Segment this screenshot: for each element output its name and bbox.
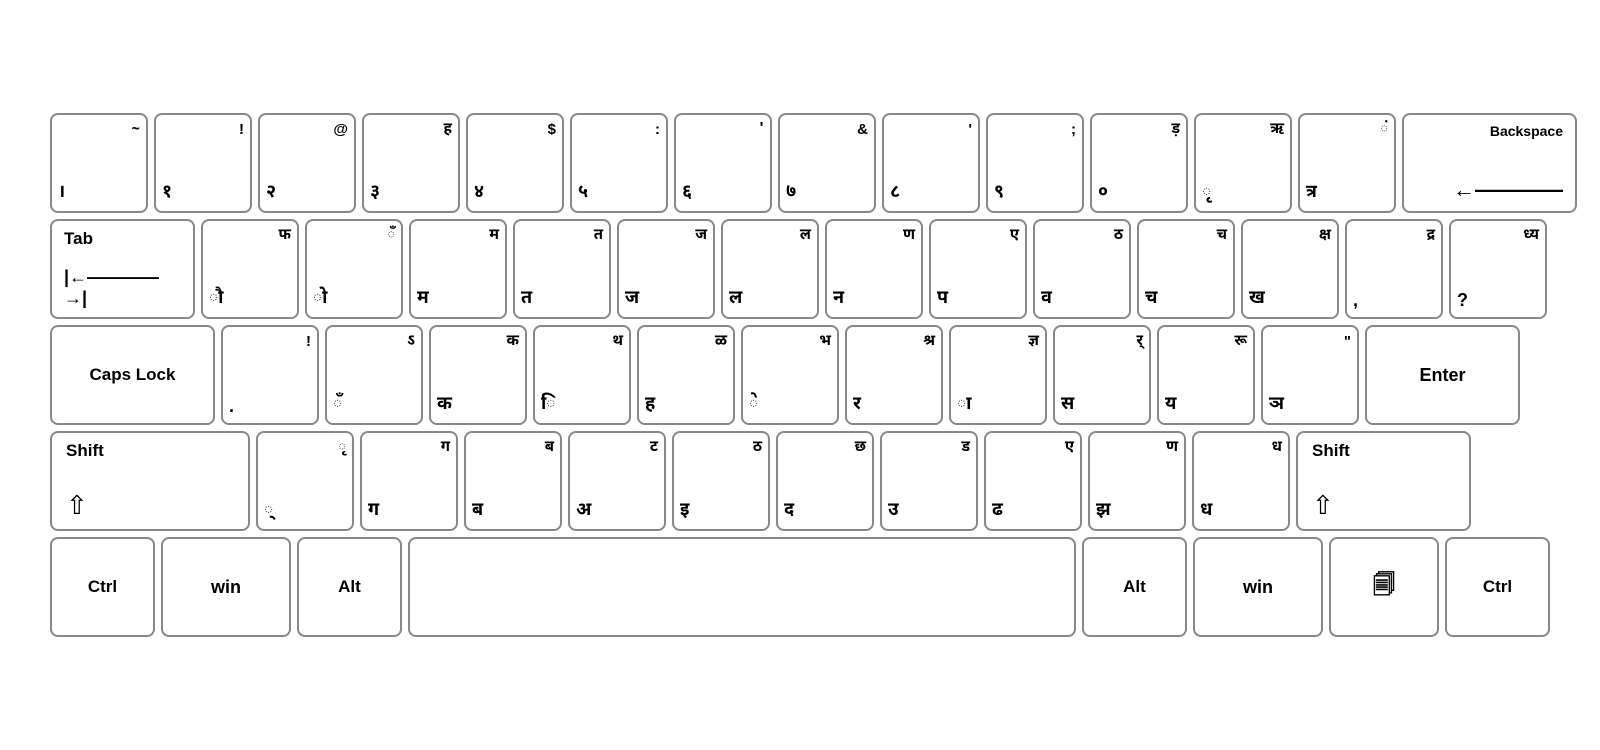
key-l[interactable]: र् स: [1053, 325, 1151, 425]
key-backtick[interactable]: ~ ।: [50, 113, 148, 213]
key-quote[interactable]: " ञ: [1261, 325, 1359, 425]
key-equal[interactable]: ं त्र: [1298, 113, 1396, 213]
key-h[interactable]: भ े: [741, 325, 839, 425]
ctrl-left-key[interactable]: Ctrl: [50, 537, 155, 637]
key-period[interactable]: ण झ: [1088, 431, 1186, 531]
key-q[interactable]: फ ौ: [201, 219, 299, 319]
key-row-5: Ctrl win Alt Alt win 🗐: [50, 537, 1550, 637]
win-right-label: win: [1243, 577, 1273, 598]
alt-right-key[interactable]: Alt: [1082, 537, 1187, 637]
tab-key[interactable]: Tab |←————→|: [50, 219, 195, 319]
key-k[interactable]: ज्ञ ा: [949, 325, 1047, 425]
key-i[interactable]: ए प: [929, 219, 1027, 319]
key-r[interactable]: त त: [513, 219, 611, 319]
key-row-1: ~ । ! १ @ २ ह ३ $ ४: [50, 113, 1550, 213]
key-g[interactable]: ळ ह: [637, 325, 735, 425]
key-e[interactable]: म म: [409, 219, 507, 319]
key-minus[interactable]: ऋ ृ: [1194, 113, 1292, 213]
tab-arrows-icon: |←————→|: [64, 267, 181, 309]
shift-left-arrow-icon: ⇧: [66, 490, 234, 521]
key-s[interactable]: ऽ ँ: [325, 325, 423, 425]
key-0[interactable]: ड़ ०: [1090, 113, 1188, 213]
shift-right-arrow-icon: ⇧: [1312, 490, 1455, 521]
ctrl-left-label: Ctrl: [88, 577, 117, 597]
capslock-label: Caps Lock: [90, 365, 176, 385]
shift-right-key[interactable]: Shift ⇧: [1296, 431, 1471, 531]
key-y[interactable]: ल ल: [721, 219, 819, 319]
alt-right-label: Alt: [1123, 577, 1146, 597]
key-m[interactable]: ड उ: [880, 431, 978, 531]
tab-label: Tab: [64, 229, 181, 249]
key-w[interactable]: ँ ो: [305, 219, 403, 319]
key-7[interactable]: & ७: [778, 113, 876, 213]
key-5[interactable]: : ५: [570, 113, 668, 213]
backspace-label: Backspace: [1490, 123, 1563, 139]
key-3[interactable]: ह ३: [362, 113, 460, 213]
key-t[interactable]: ज ज: [617, 219, 715, 319]
win-right-key[interactable]: win: [1193, 537, 1323, 637]
key-b[interactable]: ठ इ: [672, 431, 770, 531]
key-row-2: Tab |←————→| फ ौ ँ ो म म त त: [50, 219, 1550, 319]
keyboard: ~ । ! १ @ २ ह ३ $ ४: [30, 95, 1570, 655]
key-9[interactable]: ; ९: [986, 113, 1084, 213]
key-x[interactable]: ग ग: [360, 431, 458, 531]
key-n[interactable]: छ द: [776, 431, 874, 531]
key-1[interactable]: ! १: [154, 113, 252, 213]
key-p[interactable]: च च: [1137, 219, 1235, 319]
key-v[interactable]: ट अ: [568, 431, 666, 531]
key-2[interactable]: @ २: [258, 113, 356, 213]
backspace-key[interactable]: Backspace ←————: [1402, 113, 1577, 213]
key-z[interactable]: ृ ्: [256, 431, 354, 531]
key-j[interactable]: श्र र: [845, 325, 943, 425]
key-comma[interactable]: ए ढ: [984, 431, 1082, 531]
key-row-3: Caps Lock ! . ऽ ँ क क थ ि: [50, 325, 1550, 425]
ctrl-right-label: Ctrl: [1483, 577, 1512, 597]
key-backslash[interactable]: ध्य ?: [1449, 219, 1547, 319]
shift-left-key[interactable]: Shift ⇧: [50, 431, 250, 531]
key-rbracket[interactable]: द्र ,: [1345, 219, 1443, 319]
menu-key[interactable]: 🗐: [1329, 537, 1439, 637]
shift-right-label: Shift: [1312, 441, 1455, 461]
ctrl-right-key[interactable]: Ctrl: [1445, 537, 1550, 637]
key-4[interactable]: $ ४: [466, 113, 564, 213]
key-slash[interactable]: ध ध: [1192, 431, 1290, 531]
space-key[interactable]: [408, 537, 1076, 637]
key-a[interactable]: ! .: [221, 325, 319, 425]
alt-left-key[interactable]: Alt: [297, 537, 402, 637]
key-row-4: Shift ⇧ ृ ् ग ग ब ब ट अ: [50, 431, 1550, 531]
alt-left-label: Alt: [338, 577, 361, 597]
enter-label: Enter: [1419, 365, 1465, 386]
key-f[interactable]: थ ि: [533, 325, 631, 425]
key-o[interactable]: ठ व: [1033, 219, 1131, 319]
key-c[interactable]: ब ब: [464, 431, 562, 531]
key-d[interactable]: क क: [429, 325, 527, 425]
win-left-key[interactable]: win: [161, 537, 291, 637]
key-semicolon[interactable]: रू य: [1157, 325, 1255, 425]
menu-icon: 🗐: [1373, 568, 1395, 606]
key-u[interactable]: ण न: [825, 219, 923, 319]
key-lbracket[interactable]: क्ष ख: [1241, 219, 1339, 319]
enter-key[interactable]: Enter: [1365, 325, 1520, 425]
key-8[interactable]: ' ८: [882, 113, 980, 213]
shift-left-label: Shift: [66, 441, 234, 461]
win-left-label: win: [211, 577, 241, 598]
backspace-arrow-icon: ←————: [1453, 177, 1563, 203]
key-6[interactable]: ' ६: [674, 113, 772, 213]
capslock-key[interactable]: Caps Lock: [50, 325, 215, 425]
